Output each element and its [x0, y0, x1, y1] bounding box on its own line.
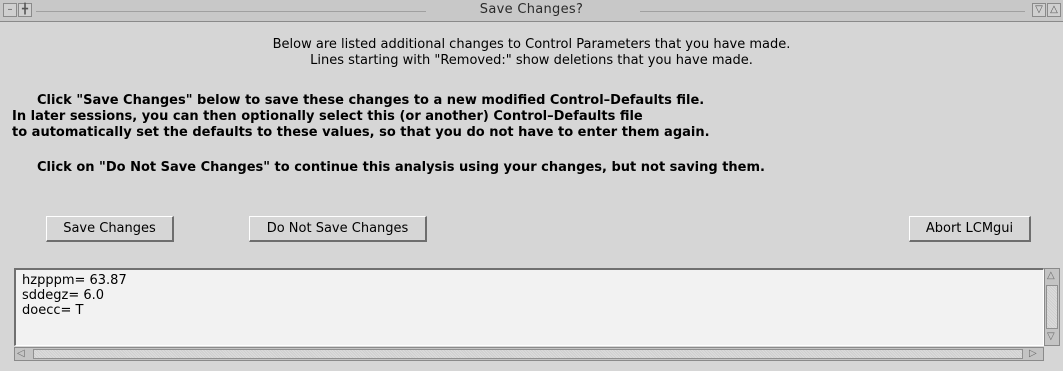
- save-changes-dialog: – ╋ Save Changes? ▽ △ Below are listed a…: [0, 0, 1063, 371]
- horizontal-scrollbar[interactable]: ◁ ▷: [14, 347, 1044, 361]
- change-line: sddegz= 6.0: [22, 288, 105, 303]
- horizontal-scroll-thumb[interactable]: [33, 349, 1023, 359]
- minimize-icon[interactable]: ▽: [1032, 3, 1046, 17]
- vertical-scrollbar[interactable]: △ ▽: [1044, 268, 1060, 346]
- save-instruction-line-2: In later sessions, you can then optional…: [12, 109, 643, 124]
- change-line: doecc= T: [22, 303, 84, 318]
- window-title: Save Changes?: [479, 2, 584, 17]
- title-bar[interactable]: – ╋ Save Changes? ▽ △: [0, 0, 1063, 22]
- save-instruction-line-3: to automatically set the defaults to the…: [12, 125, 710, 140]
- save-instruction-line-1: Click "Save Changes" below to save these…: [37, 93, 705, 108]
- change-line: hzpppm= 63.87: [22, 273, 127, 288]
- save-changes-button[interactable]: Save Changes: [46, 216, 174, 242]
- scroll-right-arrow-icon[interactable]: ▷: [1029, 348, 1037, 360]
- abort-lcmgui-button[interactable]: Abort LCMgui: [909, 216, 1031, 242]
- vertical-scroll-thumb[interactable]: [1046, 285, 1058, 329]
- changes-text-area[interactable]: hzpppm= 63.87 sddegz= 6.0 doecc= T: [14, 268, 1044, 346]
- no-save-instruction: Click on "Do Not Save Changes" to contin…: [37, 160, 765, 175]
- intro-line-1: Below are listed additional changes to C…: [272, 37, 791, 52]
- scroll-up-arrow-icon[interactable]: △: [1047, 270, 1055, 282]
- do-not-save-changes-button[interactable]: Do Not Save Changes: [249, 216, 427, 242]
- maximize-icon[interactable]: △: [1047, 3, 1061, 17]
- scroll-left-arrow-icon[interactable]: ◁: [17, 348, 25, 360]
- title-bar-right-rule: [640, 11, 1025, 12]
- scroll-down-arrow-icon[interactable]: ▽: [1047, 331, 1055, 343]
- intro-line-2: Lines starting with "Removed:" show dele…: [310, 53, 753, 68]
